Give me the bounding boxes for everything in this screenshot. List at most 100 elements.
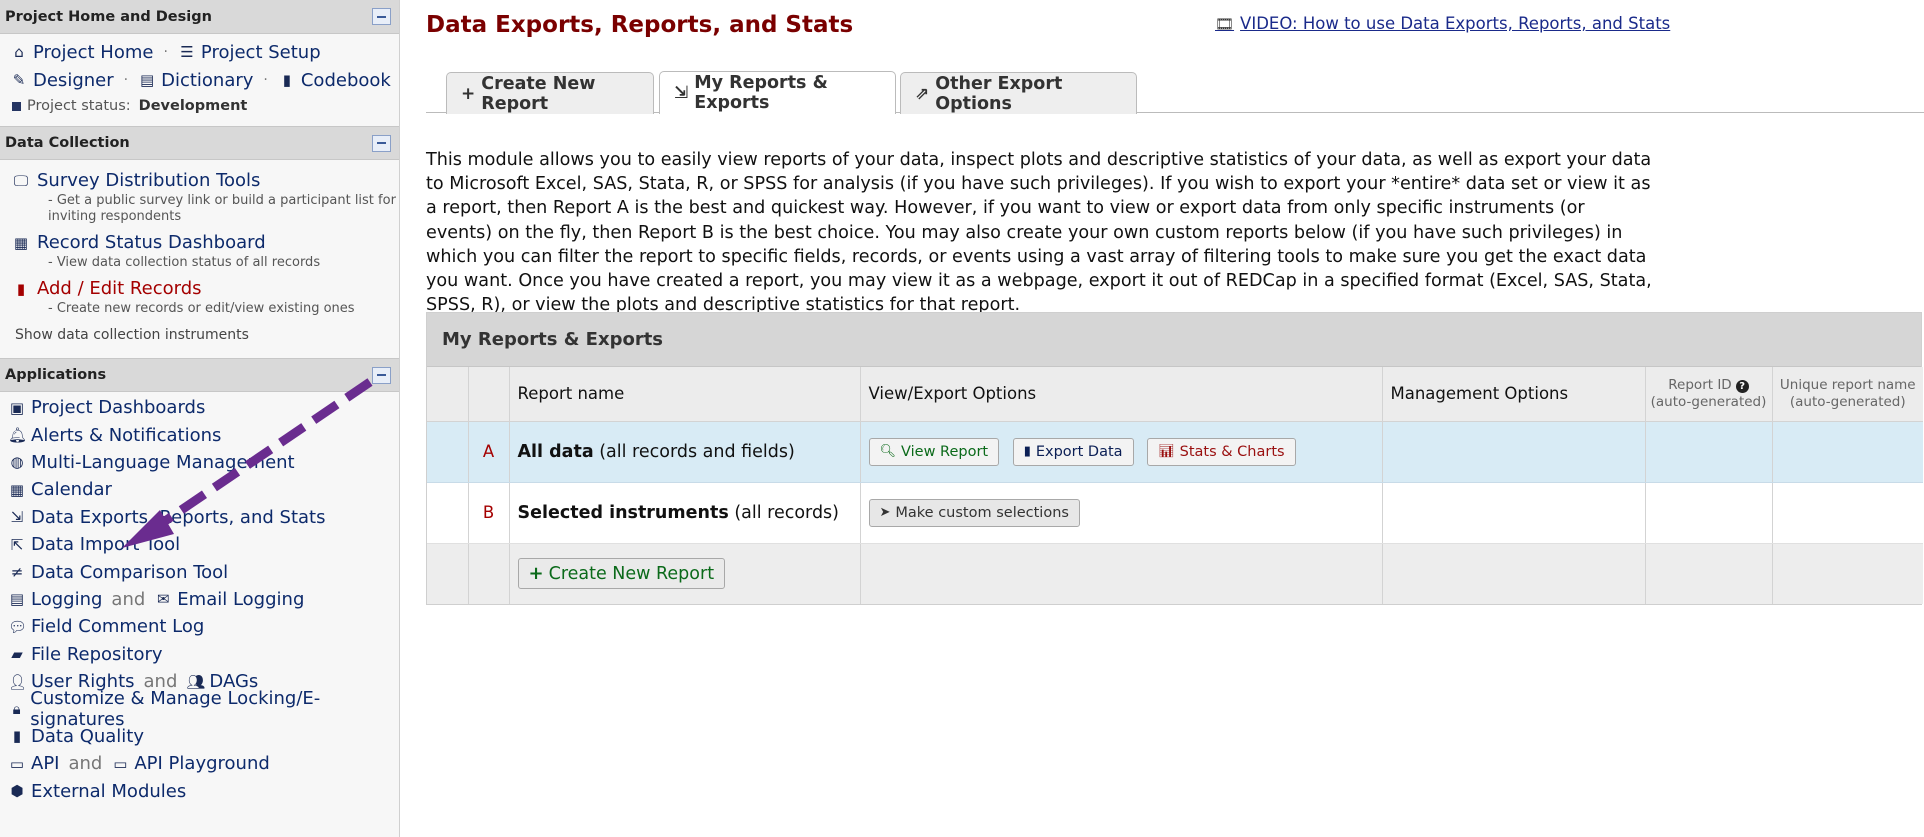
bell-icon: 🔔︎ [8,426,28,445]
file-repository-link[interactable]: File Repository [31,644,163,665]
external-modules-link[interactable]: External Modules [31,781,186,802]
collapse-button[interactable] [372,134,391,152]
home-icon: ⌂ [14,43,24,61]
plus-icon: + [461,83,476,104]
make-custom-selections-button[interactable]: ➤ Make custom selections [868,498,1080,527]
item-description: - Get a public survey link or build a pa… [48,193,396,224]
alerts-notifications-link[interactable]: Alerts & Notifications [31,425,221,446]
report-letter: B [468,482,510,544]
project-home-link[interactable]: Project Home [33,42,153,63]
tab-my-reports-exports[interactable]: ⇲ My Reports & Exports [659,71,896,114]
mail-bulk-icon: ✉ [157,590,170,609]
api-link[interactable]: API [31,753,59,774]
clipboard-check-icon: ▮ [12,727,22,746]
report-id-header: Report ID? (auto-generated) [1645,367,1773,422]
multi-language-management-link[interactable]: Multi-Language Management [31,452,295,473]
excel-icon: ▤ [139,71,155,89]
table-row: B Selected instruments (all records) ➤ Ma… [427,482,1923,544]
report-id-cell [1645,421,1773,483]
empty-cell [860,543,1383,604]
tab-create-new-report[interactable]: + Create New Report [446,72,654,114]
data-quality-link[interactable]: Data Quality [31,726,144,747]
project-setup-link[interactable]: Project Setup [201,42,321,63]
report-name-rest: (all records and fields) [593,441,795,462]
add-edit-records-link[interactable]: Add / Edit Records [37,278,202,299]
section-title: Project Home and Design [5,8,212,25]
project-dashboards-link[interactable]: Project Dashboards [31,397,205,418]
survey-distribution-tools-link[interactable]: Survey Distribution Tools [37,170,260,191]
record-status-dashboard-link[interactable]: Record Status Dashboard [37,232,266,253]
show-instruments-link[interactable]: Show data collection instruments [0,327,399,349]
designer-link[interactable]: Designer [33,70,114,91]
locking-esignatures-link[interactable]: Customize & Manage Locking/E-signatures [30,688,399,730]
unique-name-label: Unique report name [1779,376,1916,393]
tab-other-export-options[interactable]: ⇗ Other Export Options [900,72,1137,114]
left-menu: Project Home and Design ⌂ Project Home ·… [0,0,400,837]
globe-icon: ◍ [10,453,24,472]
email-logging-link[interactable]: Email Logging [177,589,304,610]
video-link-text[interactable]: VIDEO: How to use Data Exports, Reports,… [1240,14,1670,33]
view-export-header: View/Export Options [860,367,1383,422]
tab-label: My Reports & Exports [694,73,828,113]
report-name-header: Report name [509,367,861,422]
logging-link[interactable]: Logging [31,589,102,610]
stats-charts-button[interactable]: 📊︎ Stats & Charts [1147,437,1296,466]
data-exports-reports-stats-link[interactable]: Data Exports, Reports, and Stats [31,507,325,528]
view-export-cell: ➤ Make custom selections [860,482,1383,544]
section-header-applications: Applications [0,358,399,392]
item-description: - View data collection status of all rec… [48,255,321,270]
unique-name-cell [1772,421,1923,483]
file-export-icon: ⇲ [674,83,689,103]
drag-cell [427,482,469,544]
tab-label: Create New Report [481,73,596,114]
empty-cell [1382,543,1646,604]
share-square-icon: ⇗ [915,83,930,104]
file-icon: ▮ [16,279,26,298]
button-label: Create New Report [548,563,715,584]
report-name-bold: All data [517,441,594,462]
export-data-button[interactable]: ▮ Export Data [1012,437,1134,466]
tab-label: Other Export Options [935,73,1063,114]
laptop-code-icon: ▭ [113,754,128,773]
reports-table: Report name View/Export Options Manageme… [427,367,1923,604]
chart-bar-icon: 📊︎ [1158,444,1175,459]
item-description: - Create new records or edit/view existi… [48,301,355,316]
table-row: A All data (all records and fields) 🔍︎ Vi… [427,421,1923,483]
view-report-button[interactable]: 🔍︎ View Report [868,437,1000,466]
film-icon: 🎞︎ [1215,14,1235,33]
data-import-tool-link[interactable]: Data Import Tool [31,534,180,555]
management-cell [1382,482,1646,544]
unique-report-name-header: Unique report name (auto-generated) [1772,367,1923,422]
auto-generated-label: (auto-generated) [1789,393,1906,410]
empty-cell [1645,543,1773,604]
reports-panel-header: My Reports & Exports [427,313,1921,367]
report-id-label: Report ID [1668,376,1732,393]
separator: · [263,72,268,88]
collapse-button[interactable] [372,366,391,384]
management-header: Management Options [1382,367,1646,422]
section-title: Data Collection [5,135,130,151]
not-equal-icon: ≠ [10,563,24,582]
drag-cell [427,543,469,604]
button-label: Stats & Charts [1179,443,1285,460]
section-header-project-home: Project Home and Design [0,0,399,34]
field-comment-log-link[interactable]: Field Comment Log [31,616,204,637]
api-playground-link[interactable]: API Playground [134,753,269,774]
help-icon[interactable]: ? [1735,379,1749,393]
dictionary-link[interactable]: Dictionary [161,70,253,91]
file-import-icon: ⇱ [10,535,24,554]
file-export-icon: ⇲ [10,508,24,527]
status-label: Project status: [27,98,131,114]
auto-generated-label: (auto-generated) [1650,393,1767,410]
video-link[interactable]: 🎞︎ VIDEO: How to use Data Exports, Repor… [1215,14,1670,33]
letter-column-header [468,367,510,422]
report-name-bold: Selected instruments [517,502,729,523]
calendar-link[interactable]: Calendar [31,479,112,500]
comments-icon: 💬︎ [8,617,28,636]
dashboard-icon: ▣ [9,398,25,417]
collapse-button[interactable] [372,8,391,25]
codebook-link[interactable]: Codebook [301,70,391,91]
report-name-cell: Selected instruments (all records) [509,482,861,544]
data-comparison-tool-link[interactable]: Data Comparison Tool [31,562,228,583]
create-new-report-button[interactable]: + Create New Report [517,558,726,590]
